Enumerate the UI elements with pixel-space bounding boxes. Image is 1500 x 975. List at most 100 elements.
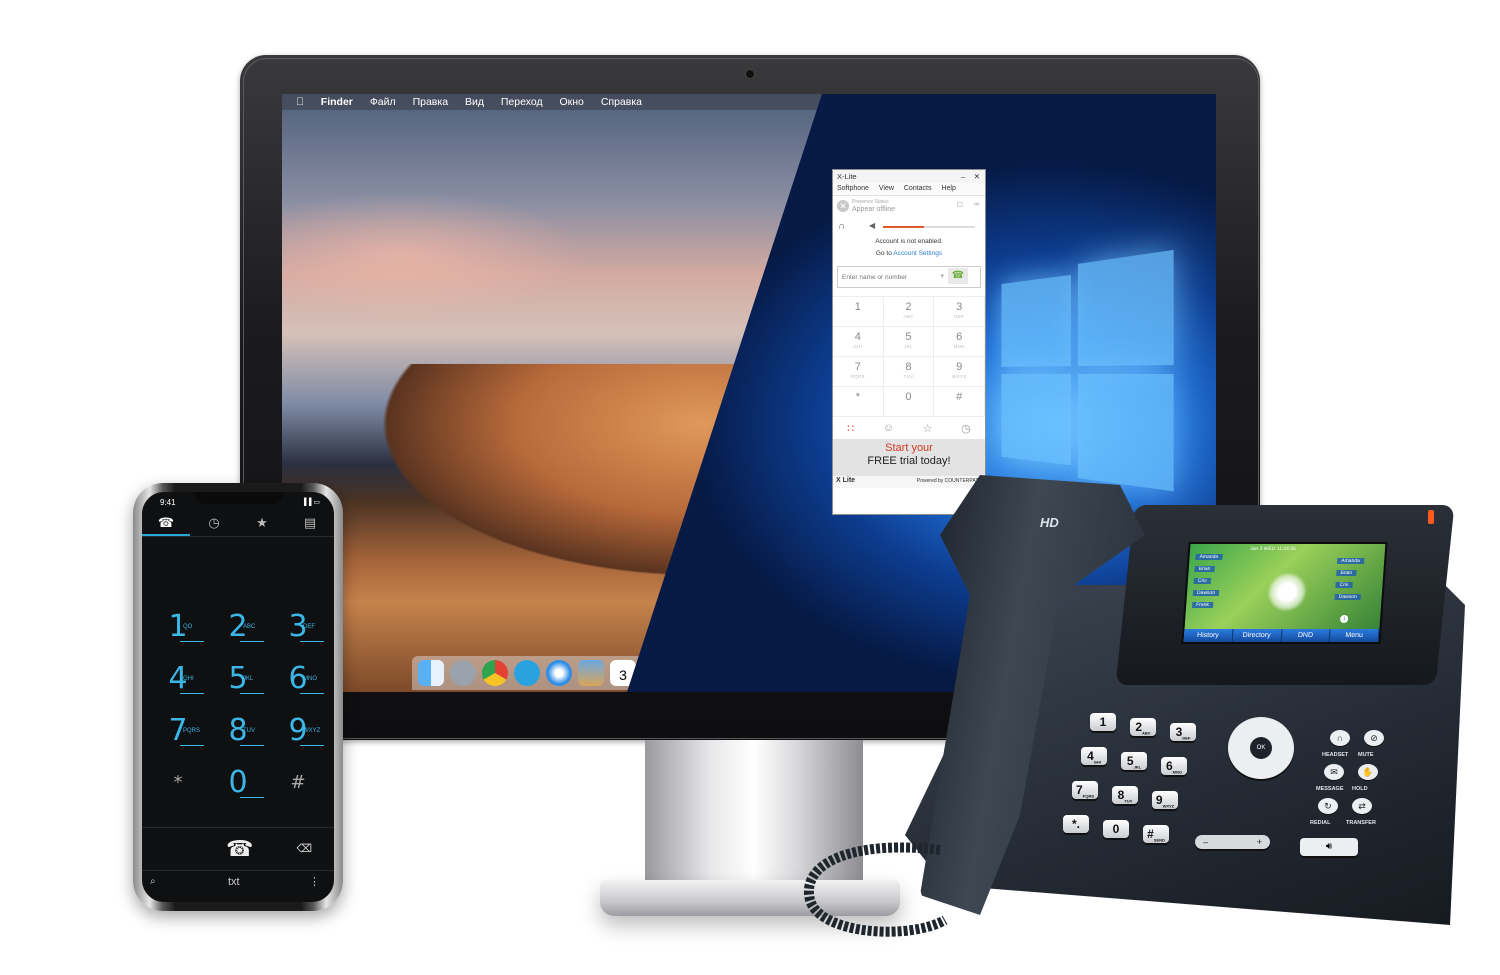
- presence-value[interactable]: Appear offline: [852, 206, 895, 213]
- contacts-tab-icon[interactable]: ☺: [883, 422, 894, 434]
- softkey-menu[interactable]: Menu: [1329, 629, 1380, 642]
- speaker-icon[interactable]: ◀: [869, 221, 875, 230]
- xlite-key[interactable]: #: [934, 387, 985, 417]
- txt-button[interactable]: txt: [228, 876, 240, 888]
- backspace-icon[interactable]: ⌫: [296, 842, 312, 855]
- deskphone-key[interactable]: #SEND: [1143, 825, 1169, 843]
- dialpad-key[interactable]: 8 TUV: [210, 716, 266, 768]
- deskphone-key[interactable]: *.: [1063, 815, 1089, 833]
- favorites-tab-icon[interactable]: ★: [238, 512, 286, 536]
- smartphone-screen: 9:41 ▐▐ ▭ ☎ ◷ ★ ▤ 1 QO 2 ABC 3 DEF 4 GHI 5 JKL 6 MN…: [142, 492, 334, 902]
- safari-icon[interactable]: [546, 660, 572, 686]
- xlite-key[interactable]: 0: [883, 387, 935, 417]
- dialpad-key[interactable]: 5 JKL: [210, 664, 266, 716]
- dandelion-wallpaper: [1265, 572, 1309, 612]
- hold-icon[interactable]: ✋: [1358, 764, 1378, 780]
- menu-softphone[interactable]: Softphone: [837, 185, 869, 192]
- account-settings-link[interactable]: Account Settings: [893, 250, 942, 257]
- softkey-directory[interactable]: Directory: [1232, 629, 1282, 642]
- menu-file[interactable]: Файл: [370, 96, 396, 108]
- redial-icon[interactable]: ↻: [1318, 798, 1338, 814]
- xlite-key[interactable]: 9 WXYZ: [934, 357, 985, 387]
- volume-slider[interactable]: [883, 226, 975, 228]
- deskphone-key[interactable]: 5JKL: [1121, 752, 1147, 770]
- dialpad-key[interactable]: 6 MNO: [270, 664, 326, 716]
- menu-go[interactable]: Переход: [501, 96, 543, 108]
- dialpad-key[interactable]: 3 DEF: [270, 612, 326, 664]
- free-trial-banner[interactable]: Start your FREE trial today!: [833, 439, 985, 476]
- history-tab-icon[interactable]: ◷: [961, 422, 971, 435]
- close-icon[interactable]: ✕: [974, 170, 980, 183]
- dialpad-tab-icon[interactable]: ∷: [847, 422, 854, 435]
- xlite-key[interactable]: 4 GHI: [833, 327, 884, 357]
- deskphone-key[interactable]: 4GHI: [1081, 747, 1107, 765]
- call-button-icon[interactable]: ☎: [226, 836, 253, 862]
- dialpad-key[interactable]: *: [150, 768, 206, 820]
- mute-icon[interactable]: ⊘: [1364, 730, 1384, 746]
- voicemail-icon[interactable]: ∞: [974, 201, 979, 208]
- headset-icon[interactable]: ∩: [1330, 730, 1350, 746]
- xlite-key[interactable]: *: [833, 387, 884, 417]
- xlite-key[interactable]: 6 MNO: [934, 327, 985, 357]
- menu-finder[interactable]: Finder: [321, 96, 353, 108]
- deskphone-key[interactable]: 8TUV: [1112, 786, 1138, 804]
- chrome-icon[interactable]: [482, 660, 508, 686]
- history-tab-icon[interactable]: ◷: [190, 512, 238, 536]
- dialpad-row: 1 QO 2 ABC 3 DEF: [150, 612, 326, 664]
- softkey-dnd[interactable]: DND: [1281, 629, 1331, 642]
- xlite-key[interactable]: 5 JKL: [883, 327, 935, 357]
- menu-view[interactable]: View: [879, 185, 894, 192]
- dropdown-icon[interactable]: ▾: [940, 272, 944, 280]
- key-underline: [180, 641, 204, 642]
- transfer-icon[interactable]: ⇄: [1352, 798, 1372, 814]
- dial-input[interactable]: [838, 267, 944, 287]
- xlite-key[interactable]: 1: [833, 297, 884, 327]
- dialpad-key[interactable]: 9 WXYZ: [270, 716, 326, 768]
- chat-icon[interactable]: ☐: [957, 201, 963, 209]
- finder-icon[interactable]: [418, 660, 444, 686]
- apple-menu-icon[interactable]: : [296, 96, 304, 108]
- minimize-icon[interactable]: –: [961, 170, 965, 183]
- speakerphone-icon[interactable]: 🔊︎: [1300, 838, 1358, 856]
- message-icon[interactable]: ✉: [1324, 764, 1344, 780]
- dialpad-key[interactable]: 7 PQRS: [150, 716, 206, 768]
- deskphone-key[interactable]: 3DEF: [1170, 723, 1196, 741]
- menu-help[interactable]: Help: [941, 185, 955, 192]
- headset-icon[interactable]: ∩: [838, 221, 845, 232]
- deskphone-key[interactable]: 6MNO: [1161, 757, 1187, 775]
- favorites-tab-icon[interactable]: ☆: [923, 422, 933, 435]
- xlite-key[interactable]: 7 PQRS: [833, 357, 884, 387]
- presence-status[interactable]: ✕ Presence Status Appear offline ☐ ∞: [833, 196, 985, 218]
- volume-plus[interactable]: +: [1257, 835, 1262, 849]
- menu-window[interactable]: Окно: [560, 96, 584, 108]
- dialpad-key[interactable]: 2 ABC: [210, 612, 266, 664]
- telegram-icon[interactable]: [514, 660, 540, 686]
- call-button[interactable]: ☎: [948, 268, 968, 284]
- ok-button[interactable]: OK: [1250, 737, 1272, 759]
- volume-rocker[interactable]: – +: [1195, 835, 1270, 849]
- dialpad-key[interactable]: 4 GHI: [150, 664, 206, 716]
- more-icon[interactable]: ⋮: [309, 875, 320, 888]
- contacts-tab-icon[interactable]: ▤: [286, 512, 334, 536]
- volume-minus[interactable]: –: [1203, 837, 1208, 847]
- search-key-icon[interactable]: ⌕: [150, 876, 156, 887]
- phone-tab-icon[interactable]: ☎: [142, 512, 190, 536]
- deskphone-key[interactable]: 0: [1103, 820, 1129, 838]
- softkey-history[interactable]: History: [1183, 629, 1234, 642]
- preview-icon[interactable]: [578, 660, 604, 686]
- deskphone-key[interactable]: 1: [1090, 713, 1116, 731]
- menu-edit[interactable]: Правка: [413, 96, 448, 108]
- deskphone-key[interactable]: 7PQRS: [1072, 781, 1098, 799]
- menu-view[interactable]: Вид: [465, 96, 484, 108]
- xlite-key[interactable]: 3 DEF: [934, 297, 985, 327]
- menu-help[interactable]: Справка: [601, 96, 642, 108]
- xlite-key[interactable]: 2 ABC: [883, 297, 935, 327]
- deskphone-key[interactable]: 2ABC: [1130, 718, 1156, 736]
- deskphone-key[interactable]: 9WXYZ: [1152, 791, 1178, 809]
- launchpad-icon[interactable]: [450, 660, 476, 686]
- menu-contacts[interactable]: Contacts: [904, 185, 932, 192]
- xlite-key[interactable]: 8 TUV: [883, 357, 935, 387]
- dialpad-key[interactable]: #: [270, 768, 326, 820]
- dialpad-key[interactable]: 1 QO: [150, 612, 206, 664]
- dialpad-key[interactable]: 0 +: [210, 768, 266, 820]
